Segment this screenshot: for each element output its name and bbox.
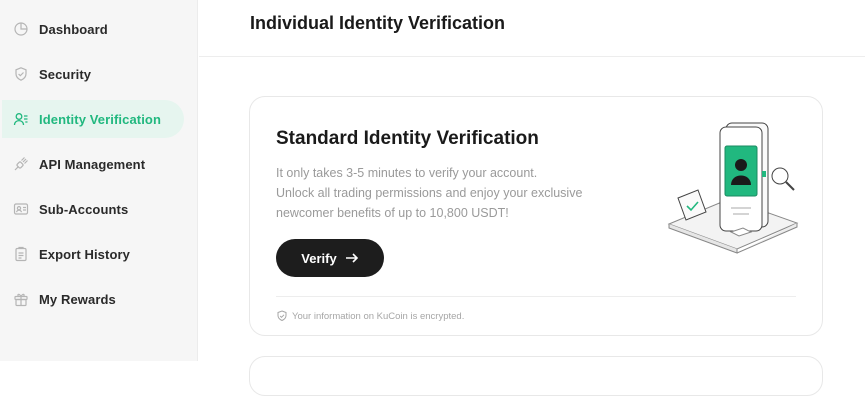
sub-accounts-icon [13,201,29,217]
sidebar-item-label: Identity Verification [39,111,162,127]
encryption-notice: Your information on KuCoin is encrypted. [276,310,464,322]
sidebar-item-label: Security [39,66,92,82]
sidebar-item-label: Sub-Accounts [39,201,129,217]
next-verification-card [249,356,823,396]
shield-icon [13,66,29,82]
verify-button-label: Verify [301,250,337,266]
pie-chart-icon [13,21,29,37]
encryption-notice-text: Your information on KuCoin is encrypted. [292,310,465,322]
card-divider [276,296,796,297]
api-plug-icon [13,156,29,172]
clipboard-icon [13,246,29,262]
verification-illustration [663,119,803,259]
page-title: Individual Identity Verification [250,13,506,33]
sidebar-item-export-history[interactable]: Export History [2,235,184,273]
sidebar-item-label: Dashboard [39,21,108,37]
sidebar-item-dashboard[interactable]: Dashboard [2,10,184,48]
sidebar-item-label: API Management [39,156,146,172]
card-description: It only takes 3-5 minutes to verify your… [276,163,641,223]
sidebar-item-identity-verification[interactable]: Identity Verification [2,100,184,138]
sidebar-item-api-management[interactable]: API Management [2,145,184,183]
card-title: Standard Identity Verification [276,128,539,149]
card-description-line: Unlock all trading permissions and enjoy… [276,186,583,220]
user-id-icon [13,111,29,127]
shield-check-icon [277,310,287,322]
sidebar-item-my-rewards[interactable]: My Rewards [2,280,184,318]
sidebar: Dashboard Security Identity Verification… [0,0,198,361]
page-header: Individual Identity Verification [199,0,865,57]
sidebar-item-security[interactable]: Security [2,55,184,93]
gift-icon [13,291,29,307]
sidebar-item-sub-accounts[interactable]: Sub-Accounts [2,190,184,228]
sidebar-item-label: Export History [39,246,130,262]
standard-verification-card: Standard Identity Verification It only t… [249,96,823,336]
arrow-right-icon [345,252,359,264]
sidebar-item-label: My Rewards [39,291,116,307]
verify-button[interactable]: Verify [276,239,384,277]
card-description-line: It only takes 3-5 minutes to verify your… [276,166,538,180]
